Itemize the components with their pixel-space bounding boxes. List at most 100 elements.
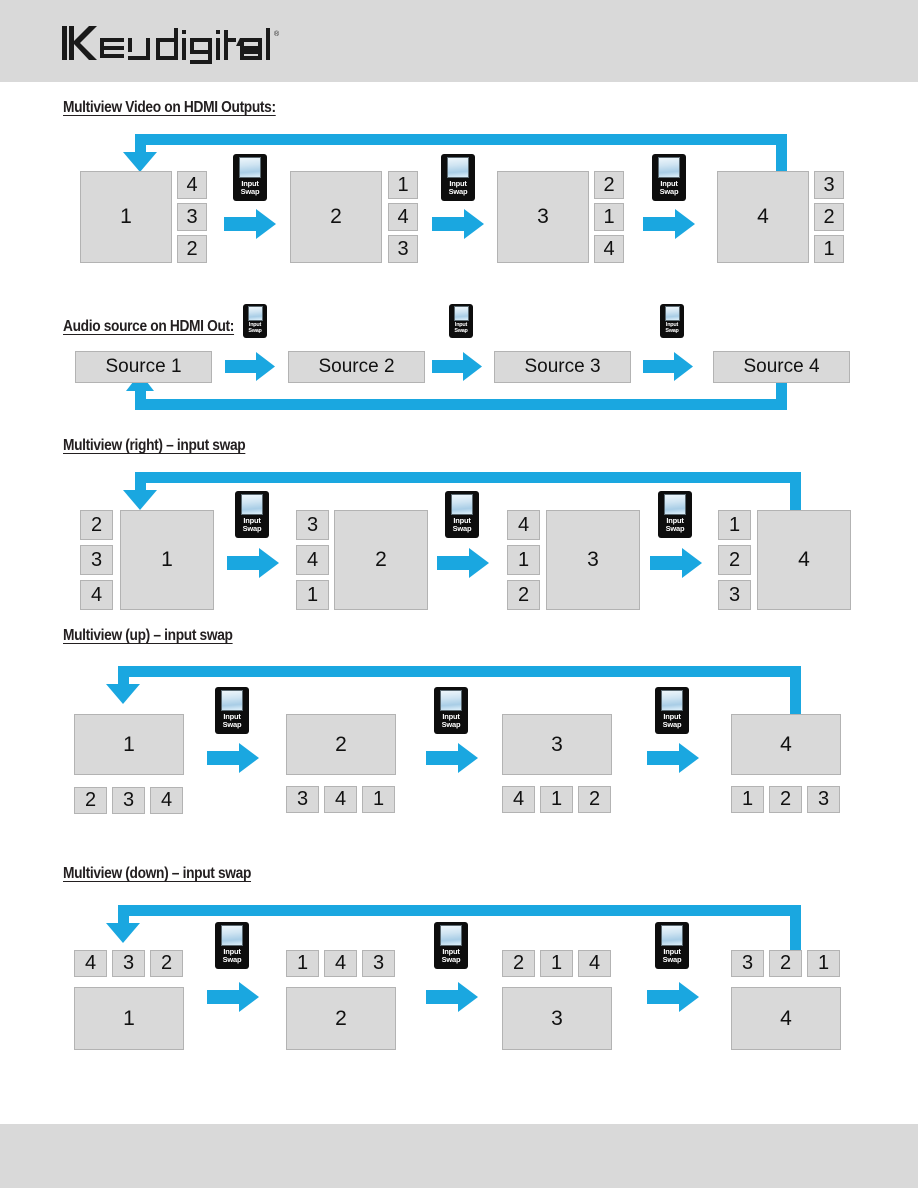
- swap-screen-icon: [221, 925, 243, 946]
- side-tile: 4: [578, 950, 611, 977]
- loop-left-drop-1: [135, 134, 146, 154]
- loop-arrowhead-down-1: [123, 152, 157, 172]
- loop-left-drop-5: [118, 905, 129, 925]
- side-tile: 3: [112, 950, 145, 977]
- side-tile: 2: [74, 787, 107, 814]
- side-tile: 4: [177, 171, 207, 199]
- side-tile: 2: [80, 510, 113, 540]
- flow-arrow-right: [647, 982, 699, 1012]
- page-footer: [0, 1124, 918, 1188]
- side-tile: 4: [507, 510, 540, 540]
- input-swap-button[interactable]: Input Swap: [233, 154, 267, 201]
- input-swap-button[interactable]: Input Swap: [243, 304, 267, 338]
- swap-label-line2: Swap: [441, 954, 461, 964]
- brand-logo: ®: [62, 22, 312, 64]
- input-swap-button[interactable]: Input Swap: [660, 304, 684, 338]
- side-tile: 1: [594, 203, 624, 231]
- flow-arrow-right: [647, 743, 699, 773]
- flow-arrow-right: [432, 352, 482, 381]
- flow-arrow-right: [224, 209, 276, 239]
- side-tile: 1: [507, 545, 540, 575]
- side-tile: 2: [502, 950, 535, 977]
- swap-label-line2: Swap: [665, 523, 685, 533]
- input-swap-button[interactable]: Input Swap: [434, 687, 468, 734]
- side-tile: 3: [286, 786, 319, 813]
- section-title-multiview-down: Multiview (down) – input swap: [63, 865, 252, 882]
- flow-arrow-right: [643, 352, 693, 381]
- flow-arrow-right: [227, 548, 279, 578]
- swap-screen-icon: [664, 306, 680, 321]
- side-tile: 3: [177, 203, 207, 231]
- flow-arrow-right: [225, 352, 275, 381]
- side-tile: 3: [112, 787, 145, 814]
- input-swap-button[interactable]: Input Swap: [445, 491, 479, 538]
- input-swap-button[interactable]: Input Swap: [658, 491, 692, 538]
- side-tile: 4: [150, 787, 183, 814]
- source-tile: Source 3: [494, 351, 631, 383]
- source-tile: Source 1: [75, 351, 212, 383]
- source-tile: Source 4: [713, 351, 850, 383]
- input-swap-button[interactable]: Input Swap: [655, 687, 689, 734]
- side-tile: 3: [296, 510, 329, 540]
- page-header: ®: [0, 0, 918, 82]
- loop-top-bar-4: [118, 666, 801, 677]
- loop-left-riser-2: [135, 390, 146, 400]
- main-tile: 4: [757, 510, 851, 610]
- side-tile: 1: [718, 510, 751, 540]
- side-tile: 2: [769, 786, 802, 813]
- main-tile: 1: [74, 987, 184, 1050]
- swap-screen-icon: [247, 306, 263, 321]
- main-tile: 3: [546, 510, 640, 610]
- side-tile: 2: [578, 786, 611, 813]
- side-tile: 4: [74, 950, 107, 977]
- main-tile: 3: [502, 714, 612, 775]
- input-swap-button[interactable]: Input Swap: [434, 922, 468, 969]
- main-tile: 4: [717, 171, 809, 263]
- loop-top-bar-3: [135, 472, 801, 483]
- side-tile: 2: [177, 235, 207, 263]
- side-tile: 1: [388, 171, 418, 199]
- section-title-multiview-up: Multiview (up) – input swap: [63, 627, 233, 644]
- side-tile: 1: [362, 786, 395, 813]
- flow-arrow-right: [207, 743, 259, 773]
- key-digital-logo-mark: ®: [62, 26, 280, 64]
- side-tile: 1: [540, 950, 573, 977]
- swap-screen-icon: [440, 925, 462, 946]
- flow-arrow-right: [426, 982, 478, 1012]
- loop-left-drop-3: [135, 472, 146, 492]
- loop-top-bar-1: [135, 134, 787, 145]
- side-tile: 1: [296, 580, 329, 610]
- side-tile: 1: [731, 786, 764, 813]
- flow-arrow-right: [426, 743, 478, 773]
- input-swap-button[interactable]: Input Swap: [449, 304, 473, 338]
- section-title-audio-source: Audio source on HDMI Out:: [63, 318, 235, 335]
- loop-arrowhead-down-5: [106, 923, 140, 943]
- flow-arrow-right: [207, 982, 259, 1012]
- flow-arrow-right: [650, 548, 702, 578]
- side-tile: 3: [388, 235, 418, 263]
- page-content: Multiview Video on HDMI Outputs: 1 4 3 2…: [0, 82, 918, 1124]
- input-swap-button[interactable]: Input Swap: [652, 154, 686, 201]
- loop-arrowhead-down-4: [106, 684, 140, 704]
- main-tile: 3: [502, 987, 612, 1050]
- side-tile: 3: [814, 171, 844, 199]
- input-swap-button[interactable]: Input Swap: [235, 491, 269, 538]
- side-tile: 2: [150, 950, 183, 977]
- main-tile: 1: [80, 171, 172, 263]
- input-swap-button[interactable]: Input Swap: [215, 687, 249, 734]
- swap-label-line2: Swap: [222, 954, 242, 964]
- flow-arrow-right: [643, 209, 695, 239]
- main-tile: 1: [74, 714, 184, 775]
- main-tile: 4: [731, 987, 841, 1050]
- swap-label-line2: Swap: [222, 719, 242, 729]
- main-tile: 3: [497, 171, 589, 263]
- registered-mark: ®: [274, 30, 280, 38]
- side-tile: 3: [718, 580, 751, 610]
- side-tile: 3: [362, 950, 395, 977]
- input-swap-button[interactable]: Input Swap: [441, 154, 475, 201]
- swap-screen-icon: [661, 690, 683, 711]
- swap-label-line2: Swap: [662, 719, 682, 729]
- input-swap-button[interactable]: Input Swap: [215, 922, 249, 969]
- main-tile: 1: [120, 510, 214, 610]
- input-swap-button[interactable]: Input Swap: [655, 922, 689, 969]
